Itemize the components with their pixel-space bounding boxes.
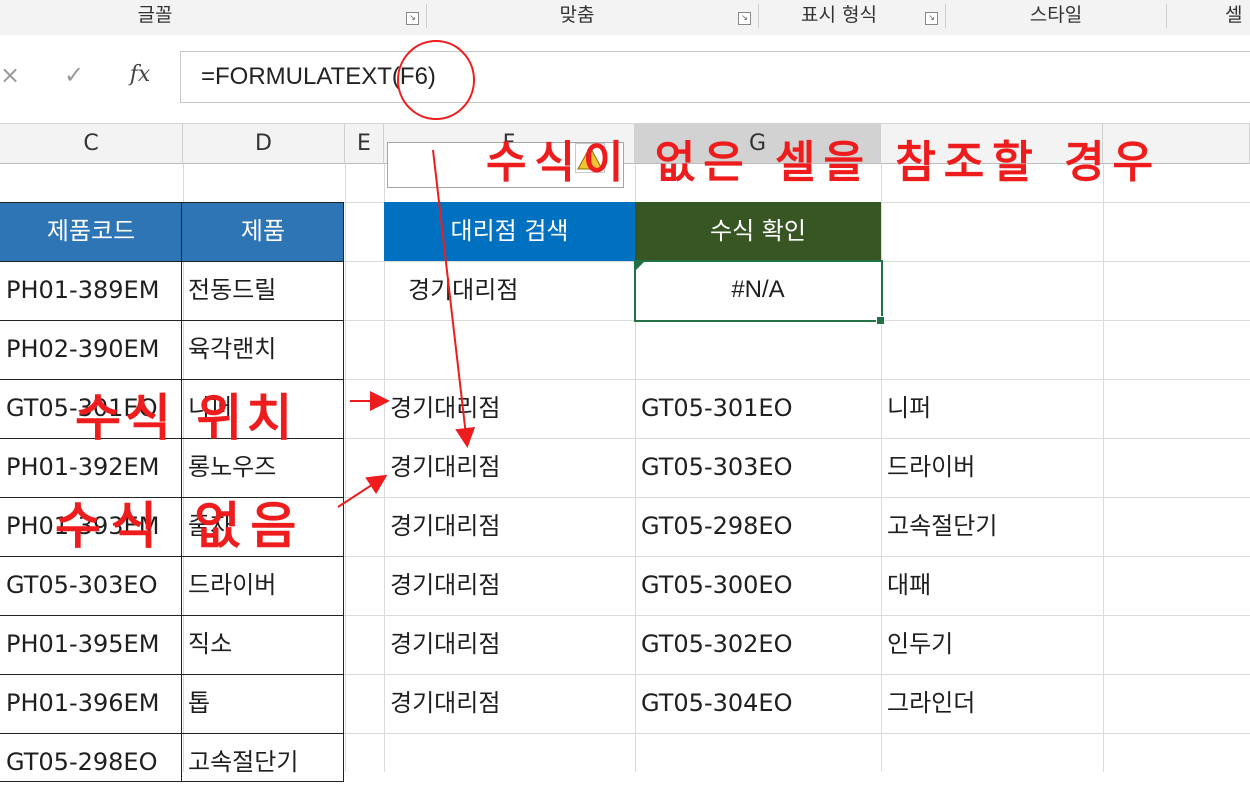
enter-icon[interactable]: ✓	[54, 53, 94, 97]
cell-name[interactable]: 인두기	[881, 615, 1103, 673]
left-table-rowline	[0, 733, 344, 734]
cell-name[interactable]: 그라인더	[881, 674, 1103, 732]
cell-name[interactable]: 니퍼	[881, 379, 1103, 437]
ribbon-group-alignment: 맞춤	[559, 4, 595, 26]
cell-dealer[interactable]: 경기대리점	[384, 438, 635, 496]
selected-cell-border	[634, 260, 883, 322]
formula-bar: × ✓ fx =FORMULATEXT(F6)	[0, 35, 1250, 124]
cell-dealer[interactable]: 경기대리점	[384, 379, 635, 437]
cell-code[interactable]: GT05-301EO	[635, 379, 881, 437]
cell-name[interactable]: 대패	[881, 556, 1103, 614]
left-table-rowline	[0, 674, 344, 675]
font-dialog-launcher-icon[interactable]: ↘	[406, 12, 419, 25]
cell-name[interactable]: 고속절단기	[881, 497, 1103, 555]
ribbon-group-font: 글꼴	[137, 4, 173, 26]
cell-code[interactable]: GT05-302EO	[635, 615, 881, 673]
column-header-e[interactable]: E	[345, 124, 384, 164]
cell-code[interactable]: GT05-300EO	[635, 556, 881, 614]
cell-dealer[interactable]: 경기대리점	[384, 674, 635, 732]
number-dialog-launcher-icon[interactable]: ↘	[925, 12, 938, 25]
annotation-no-formula: 수식 없음	[55, 497, 307, 555]
ribbon-group-cells: 셀	[1225, 4, 1243, 26]
fill-handle[interactable]	[876, 316, 885, 325]
error-indicator-icon	[636, 262, 644, 270]
ribbon-group-bar: 글꼴 ↘ 맞춤 ↘ 표시 형식 ↘ 스타일 셀	[0, 0, 1250, 36]
ribbon-divider	[1166, 4, 1167, 28]
left-table-rowline	[0, 320, 344, 321]
cell-code[interactable]: GT05-298EO	[635, 497, 881, 555]
header-dealer-search: 대리점 검색	[384, 202, 635, 261]
left-table-rowline	[0, 261, 344, 262]
column-header-c[interactable]: C	[0, 124, 183, 164]
insert-function-icon[interactable]: fx	[118, 53, 162, 97]
dealer-search-value[interactable]: 경기대리점	[404, 261, 574, 319]
cell-dealer[interactable]: 경기대리점	[384, 556, 635, 614]
annotation-title: 수식이 없은 셀을 참조할 경우	[486, 137, 1162, 188]
cell-code[interactable]: GT05-303EO	[635, 438, 881, 496]
gridline	[345, 164, 346, 772]
ribbon-group-number: 표시 형식	[801, 4, 877, 26]
cell-dealer[interactable]: 경기대리점	[384, 497, 635, 555]
cell-name[interactable]: 드라이버	[881, 438, 1103, 496]
cell-dealer[interactable]: 경기대리점	[384, 615, 635, 673]
header-formula-check: 수식 확인	[635, 202, 881, 261]
alignment-dialog-launcher-icon[interactable]: ↘	[738, 12, 751, 25]
cell-code[interactable]: GT05-304EO	[635, 674, 881, 732]
ribbon-group-styles: 스타일	[1029, 4, 1083, 26]
left-table-rowline	[0, 615, 344, 616]
cancel-icon[interactable]: ×	[0, 53, 30, 97]
column-header-d[interactable]: D	[183, 124, 345, 164]
formula-input[interactable]: =FORMULATEXT(F6)	[180, 51, 1250, 103]
gridline	[1103, 164, 1104, 772]
annotation-formula-position: 수식 위치	[75, 389, 297, 447]
